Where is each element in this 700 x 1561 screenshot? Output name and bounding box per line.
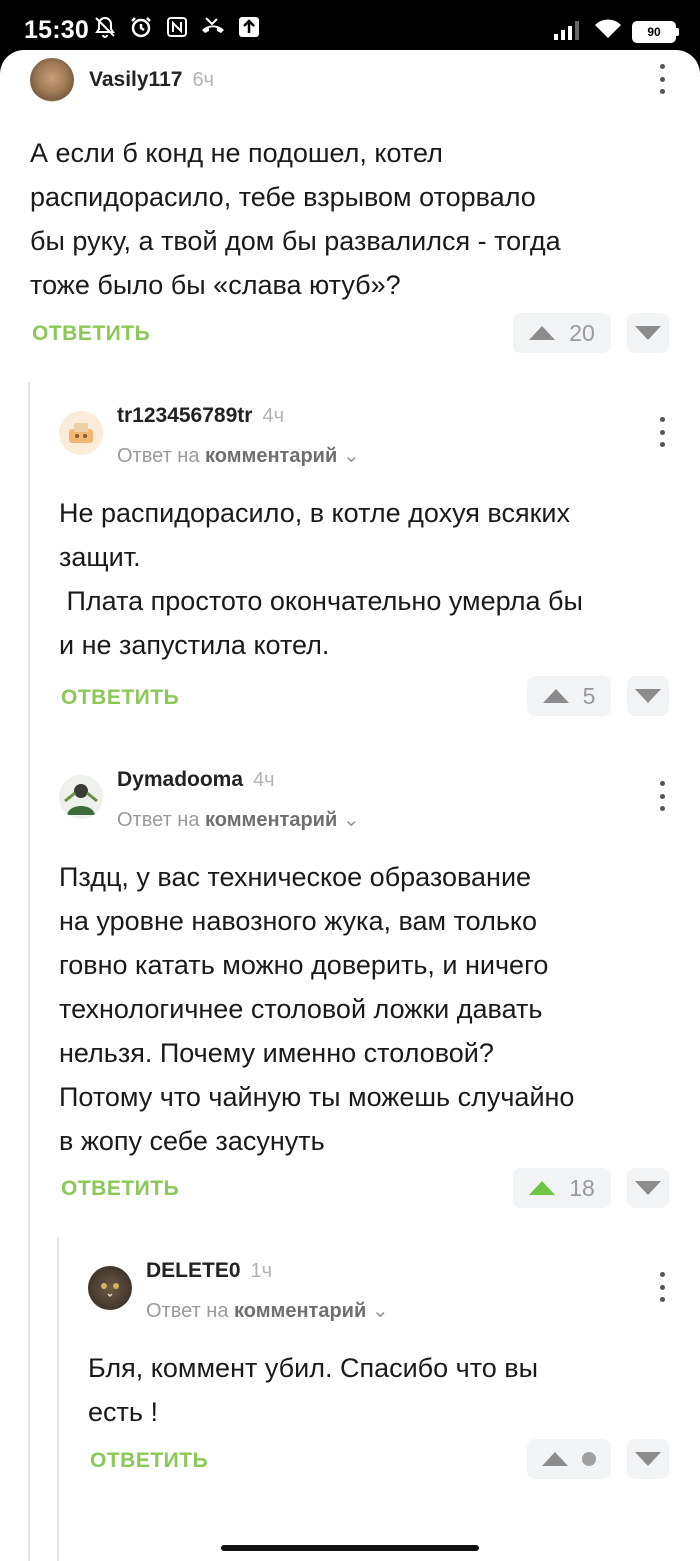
username[interactable]: tr123456789tr 4ч <box>117 404 284 428</box>
vote-score-hidden <box>582 1452 596 1466</box>
home-indicator[interactable] <box>221 1545 479 1551</box>
comment-time: 4ч <box>253 769 275 791</box>
chevron-down-icon: ⌄ <box>342 445 360 467</box>
downvote-button[interactable] <box>627 313 669 353</box>
thread-line <box>57 1238 59 1561</box>
alarm-icon <box>128 14 154 40</box>
reply-button[interactable]: ОТВЕТИТЬ <box>32 322 150 346</box>
downvote-icon <box>635 1181 661 1195</box>
wifi-icon <box>594 18 622 45</box>
reply-button[interactable]: ОТВЕТИТЬ <box>61 1177 179 1201</box>
downvote-button[interactable] <box>627 1168 669 1208</box>
upvote-icon <box>542 689 569 703</box>
status-time: 15:30 <box>24 16 89 44</box>
avatar[interactable] <box>88 1266 132 1310</box>
reply-to-link[interactable]: Ответ на комментарий ⌄ <box>146 1298 389 1323</box>
username[interactable]: Vasily117 6ч <box>89 68 214 92</box>
username[interactable]: DELETE0 1ч <box>146 1259 272 1283</box>
username[interactable]: Dymadooma 4ч <box>117 768 275 792</box>
bell-muted-icon <box>92 14 118 40</box>
downvote-icon <box>635 326 661 340</box>
downvote-icon <box>635 1452 661 1466</box>
reply-to-link[interactable]: Ответ на комментарий ⌄ <box>117 443 360 468</box>
vote-score: 5 <box>582 682 596 709</box>
chevron-down-icon: ⌄ <box>342 809 360 831</box>
comment-time: 4ч <box>262 405 284 427</box>
reply-to-link[interactable]: Ответ на комментарий ⌄ <box>117 807 360 832</box>
upvote-button[interactable]: 18 <box>513 1168 611 1208</box>
comment-text: А если б конд не подошел, котел распидор… <box>30 138 561 300</box>
chevron-down-icon: ⌄ <box>371 1300 389 1322</box>
upvote-button[interactable]: 5 <box>527 676 611 716</box>
vote-score: 18 <box>569 1174 595 1201</box>
upvote-button[interactable] <box>527 1439 611 1479</box>
nfc-icon <box>164 14 190 40</box>
reply-button[interactable]: ОТВЕТИТЬ <box>90 1449 208 1473</box>
more-options-icon[interactable] <box>650 781 674 811</box>
downvote-icon <box>635 689 661 703</box>
comments-list: Vasily117 6ч А если б конд не подошел, ко… <box>0 50 700 1561</box>
vote-score: 20 <box>569 319 595 346</box>
upvote-button[interactable]: 20 <box>513 313 611 353</box>
upvote-icon <box>529 1181 556 1195</box>
comment-time: 6ч <box>192 69 214 91</box>
comment-time: 1ч <box>250 1260 273 1282</box>
missed-call-icon <box>200 14 226 40</box>
upload-icon <box>236 14 262 40</box>
downvote-button[interactable] <box>627 1439 669 1479</box>
upvote-icon <box>542 1452 568 1466</box>
avatar[interactable] <box>30 58 74 102</box>
thread-line <box>28 382 30 1561</box>
comment-text: Бля, коммент убил. Спасибо что вы есть ! <box>88 1353 539 1427</box>
upvote-icon <box>529 326 556 340</box>
avatar[interactable] <box>59 775 103 819</box>
comment-text: Не распидорасило, в котле дохуя всяких з… <box>59 498 583 660</box>
more-options-icon[interactable] <box>650 1272 674 1302</box>
signal-icon <box>554 18 584 45</box>
reply-button[interactable]: ОТВЕТИТЬ <box>61 686 179 710</box>
battery-icon: 90 <box>632 20 679 43</box>
more-options-icon[interactable] <box>650 417 674 447</box>
downvote-button[interactable] <box>627 676 669 716</box>
comment-text: Пздц, у вас техническое образование на у… <box>59 862 575 1156</box>
avatar[interactable] <box>59 411 103 455</box>
more-options-icon[interactable] <box>650 64 674 94</box>
